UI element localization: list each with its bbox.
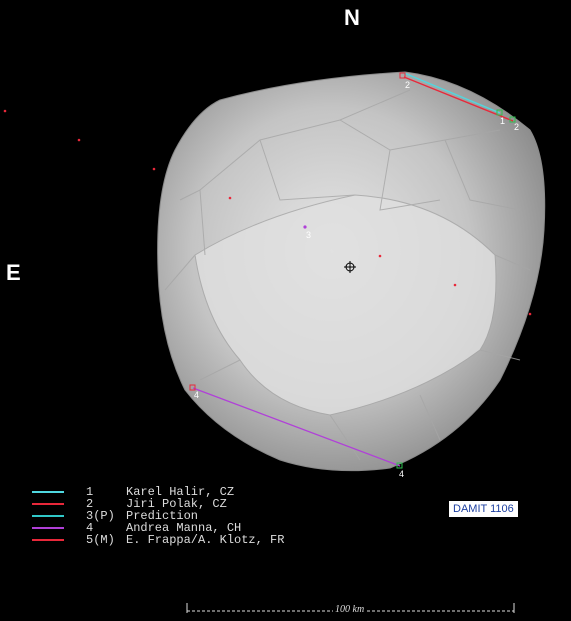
station-point xyxy=(453,283,457,287)
legend-number: 5(M) xyxy=(86,533,115,547)
chord-label: 4 xyxy=(399,469,404,479)
legend: 1 Karel Halir, CZ 2 Jiri Polak, CZ 3(P) … xyxy=(32,486,284,546)
station-point xyxy=(528,312,532,316)
legend-row: 5(M) E. Frappa/A. Klotz, FR xyxy=(32,534,284,546)
station-point xyxy=(3,109,7,113)
legend-swatch xyxy=(32,527,64,529)
legend-swatch xyxy=(32,515,64,517)
damit-badge: DAMIT 1106 xyxy=(449,501,518,517)
east-label: E xyxy=(6,260,21,285)
north-label: N xyxy=(344,5,360,30)
station-point xyxy=(152,167,156,171)
station-point xyxy=(77,138,81,142)
chord-label: 2 xyxy=(405,80,410,90)
legend-observer: E. Frappa/A. Klotz, FR xyxy=(126,533,285,547)
legend-swatch xyxy=(32,503,64,505)
station-point-3 xyxy=(303,225,307,229)
legend-swatch xyxy=(32,539,64,541)
chord-label: 1 xyxy=(500,116,505,126)
scale-label: 100 km xyxy=(333,604,367,615)
chord-label: 2 xyxy=(514,122,519,132)
station-point xyxy=(228,196,232,200)
chord-label: 3 xyxy=(306,230,311,240)
station-point xyxy=(378,254,382,258)
legend-swatch xyxy=(32,491,64,493)
chord-label: 4 xyxy=(194,390,199,400)
